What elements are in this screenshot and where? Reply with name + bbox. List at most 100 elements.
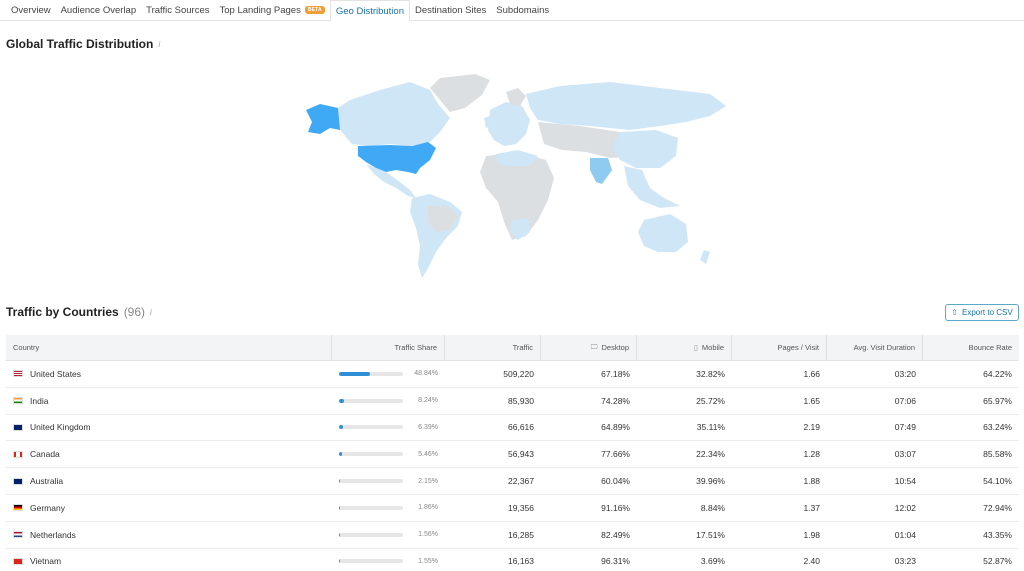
pages-per-visit-cell: 2.40: [803, 556, 820, 567]
tab-label: Audience Overlap: [60, 4, 137, 16]
mobile-cell: 39.96%: [696, 476, 725, 487]
traffic-share-bar-fill: [339, 505, 341, 510]
table-body: United States 48.84% 509,220 67.18% 32.8…: [6, 361, 1019, 571]
tab-top-landing-pages[interactable]: Top Landing Pages BETA: [214, 0, 329, 20]
map-region-alaska[interactable]: [306, 104, 340, 134]
header-mobile[interactable]: ▯ Mobile: [637, 335, 732, 360]
info-icon[interactable]: i: [158, 40, 160, 49]
table-row[interactable]: United States 48.84% 509,220 67.18% 32.8…: [6, 361, 1019, 388]
traffic-share-bar: [339, 505, 403, 510]
traffic-share-bar-fill: [339, 479, 341, 484]
flag-nl-icon: [13, 531, 23, 539]
export-csv-button[interactable]: ⇧ Export to CSV: [945, 304, 1019, 321]
traffic-share-bar: [339, 532, 403, 537]
bounce-rate-cell: 54.10%: [983, 476, 1012, 487]
header-traffic[interactable]: Traffic: [445, 335, 541, 360]
traffic-share-value: 2.15%: [418, 477, 438, 485]
mobile-cell: 22.34%: [696, 449, 725, 460]
country-name[interactable]: United States: [30, 369, 81, 379]
beta-badge: BETA: [304, 6, 325, 14]
avg-visit-duration-cell: 07:49: [894, 422, 916, 433]
country-cell: United States: [6, 361, 332, 387]
traffic-share-bar: [339, 371, 403, 376]
table-row[interactable]: Netherlands 1.56% 16,285 82.49% 17.51% 1…: [6, 522, 1019, 549]
traffic-share-value: 6.39%: [418, 423, 438, 431]
header-traffic-share[interactable]: Traffic Share: [332, 335, 445, 360]
mobile-cell: 3.69%: [700, 556, 725, 567]
header-pages-per-visit[interactable]: Pages / Visit: [732, 335, 827, 360]
tab-traffic-sources[interactable]: Traffic Sources: [141, 0, 214, 20]
country-name[interactable]: United Kingdom: [30, 422, 90, 432]
countries-count: (96): [123, 305, 146, 319]
tab-destination-sites[interactable]: Destination Sites: [410, 0, 491, 20]
table-row[interactable]: Canada 5.46% 56,943 77.66% 22.34% 1.28 0…: [6, 441, 1019, 469]
country-name[interactable]: Germany: [30, 503, 65, 513]
tab-audience-overlap[interactable]: Audience Overlap: [56, 0, 142, 20]
info-icon[interactable]: i: [150, 308, 152, 317]
flag-ca-icon: [13, 450, 23, 458]
country-cell: Netherlands: [6, 522, 332, 548]
traffic-share-value: 1.55%: [418, 557, 438, 565]
traffic-share-cell: 5.46%: [332, 441, 445, 467]
map-region-southeast-asia[interactable]: [624, 166, 680, 208]
header-country[interactable]: Country: [6, 335, 332, 360]
country-name[interactable]: India: [30, 396, 48, 406]
traffic-share-value: 5.46%: [418, 450, 438, 458]
header-desktop[interactable]: 🖵 Desktop: [541, 335, 637, 360]
tab-subdomains[interactable]: Subdomains: [491, 0, 554, 20]
country-name[interactable]: Netherlands: [30, 530, 76, 540]
traffic-cell: 66,616: [508, 422, 534, 433]
traffic-share-cell: 6.39%: [332, 415, 445, 441]
country-cell: Germany: [6, 495, 332, 521]
table-row[interactable]: India 8.24% 85,930 74.28% 25.72% 1.65 07…: [6, 388, 1019, 415]
header-avg-visit-duration[interactable]: Avg. Visit Duration: [827, 335, 923, 360]
country-name[interactable]: Australia: [30, 476, 63, 486]
map-region-united-states[interactable]: [358, 142, 436, 174]
pages-per-visit-cell: 1.66: [803, 368, 820, 379]
avg-visit-duration-cell: 12:02: [894, 502, 916, 513]
table-row[interactable]: United Kingdom 6.39% 66,616 64.89% 35.11…: [6, 415, 1019, 442]
country-name[interactable]: Vietnam: [30, 556, 61, 566]
traffic-share-cell: 1.55%: [332, 549, 445, 571]
traffic-share-cell: 48.84%: [332, 361, 445, 387]
mobile-cell: 25.72%: [696, 395, 725, 406]
geo-section-title: Global Traffic Distribution i: [6, 37, 160, 51]
country-name[interactable]: Canada: [30, 449, 60, 459]
bounce-rate-cell: 43.35%: [983, 529, 1012, 540]
table-row[interactable]: Vietnam 1.55% 16,163 96.31% 3.69% 2.40 0…: [6, 549, 1019, 571]
tab-overview[interactable]: Overview: [6, 0, 56, 20]
avg-visit-duration-cell: 03:07: [894, 449, 916, 460]
traffic-share-cell: 1.86%: [332, 495, 445, 521]
bounce-rate-cell: 63.24%: [983, 422, 1012, 433]
map-region-europe[interactable]: [488, 102, 530, 146]
map-region-north-africa[interactable]: [496, 150, 538, 166]
desktop-cell: 77.66%: [601, 449, 630, 460]
country-cell: United Kingdom: [6, 415, 332, 441]
map-region-china[interactable]: [612, 130, 678, 168]
desktop-cell: 74.28%: [601, 395, 630, 406]
tab-label: Geo Distribution: [335, 5, 404, 17]
tab-geo-distribution[interactable]: Geo Distribution: [329, 0, 410, 22]
traffic-cell: 22,367: [508, 476, 534, 487]
map-region-australia[interactable]: [638, 214, 688, 252]
tab-label: Top Landing Pages: [219, 4, 301, 16]
header-bounce-rate[interactable]: Bounce Rate: [923, 335, 1019, 360]
traffic-share-cell: 2.15%: [332, 468, 445, 494]
country-cell: India: [6, 388, 332, 414]
table-row[interactable]: Australia 2.15% 22,367 60.04% 39.96% 1.8…: [6, 468, 1019, 495]
header-mobile-label: Mobile: [701, 343, 724, 352]
mobile-cell: 35.11%: [696, 422, 725, 433]
export-icon: ⇧: [951, 308, 958, 317]
bounce-rate-cell: 85.58%: [983, 449, 1012, 460]
table-row[interactable]: Germany 1.86% 19,356 91.16% 8.84% 1.37 1…: [6, 495, 1019, 522]
traffic-share-value: 1.86%: [418, 504, 438, 512]
bounce-rate-cell: 72.94%: [983, 502, 1012, 513]
traffic-cell: 16,285: [508, 529, 534, 540]
pages-per-visit-cell: 1.37: [803, 502, 820, 513]
avg-visit-duration-cell: 07:06: [894, 395, 916, 406]
traffic-share-cell: 1.56%: [332, 522, 445, 548]
map-region-new-zealand[interactable]: [700, 250, 710, 264]
map-region-india[interactable]: [590, 158, 612, 184]
bounce-rate-cell: 64.22%: [983, 368, 1012, 379]
map-region-russia[interactable]: [526, 82, 726, 130]
